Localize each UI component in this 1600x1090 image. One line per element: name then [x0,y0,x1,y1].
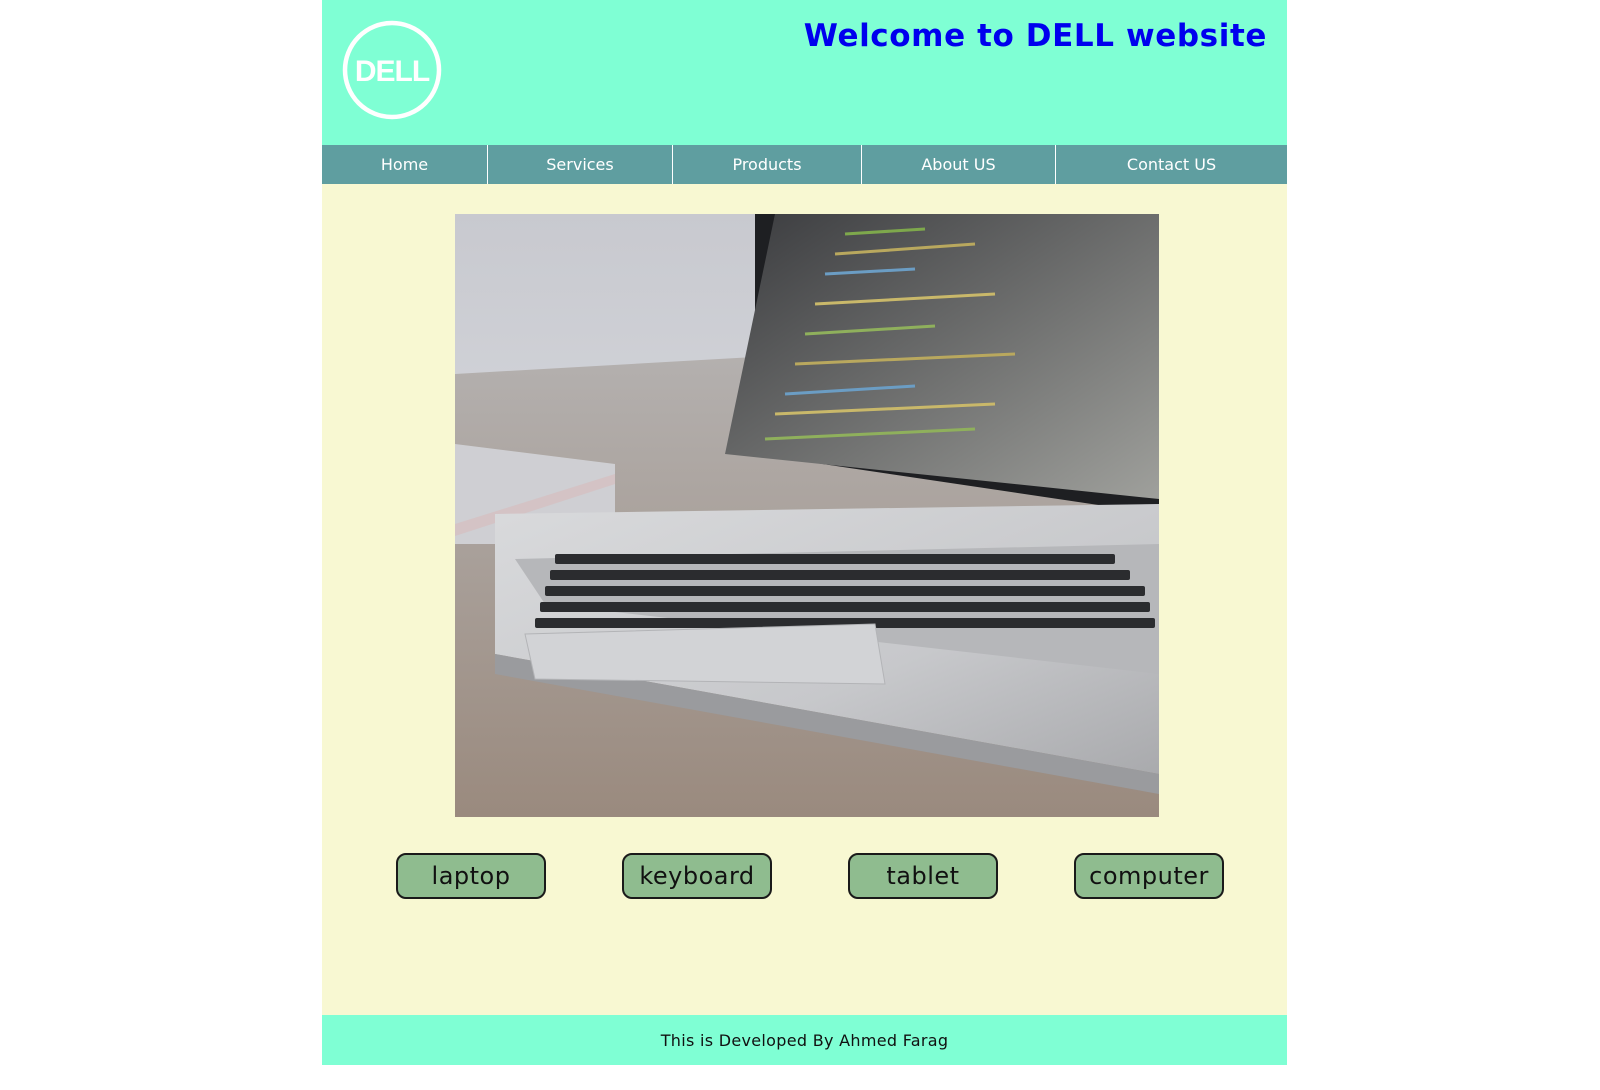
hero-image [455,214,1159,817]
site-header: DELL Welcome to DELL website [322,0,1287,145]
nav-item-about[interactable]: About US [862,145,1056,184]
laptop-button[interactable]: laptop [396,853,546,899]
computer-button[interactable]: computer [1074,853,1224,899]
page: DELL Welcome to DELL website Home Servic… [322,0,1287,1065]
svg-text:DELL: DELL [355,55,430,88]
footer-text: This is Developed By Ahmed Farag [660,1030,949,1050]
nav-item-products[interactable]: Products [673,145,862,184]
keyboard-button[interactable]: keyboard [622,853,772,899]
page-title: Welcome to DELL website [803,18,1267,54]
nav-item-home[interactable]: Home [322,145,488,184]
tablet-button[interactable]: tablet [848,853,998,899]
nav-item-contact[interactable]: Contact US [1056,145,1287,184]
dell-logo-icon[interactable]: DELL [342,20,442,120]
nav-item-services[interactable]: Services [488,145,673,184]
laptop-photo [455,214,1159,817]
main-nav: Home Services Products About US Contact … [322,145,1287,184]
site-footer: This is Developed By Ahmed Farag [322,1015,1287,1065]
main-content: laptop keyboard tablet computer [322,184,1287,1015]
